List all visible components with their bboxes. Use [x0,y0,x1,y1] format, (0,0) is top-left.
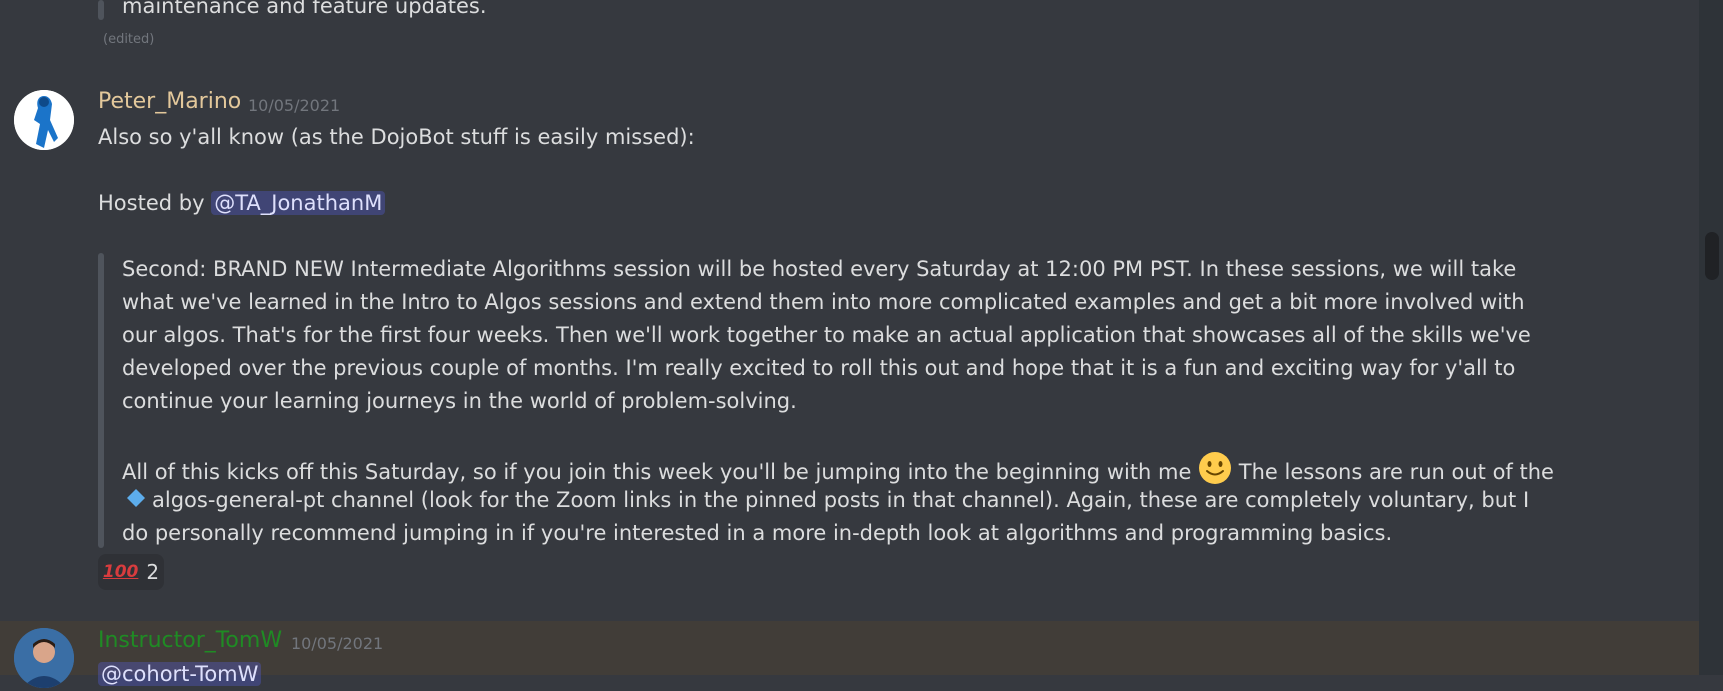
quote-bar-previous [98,0,104,20]
quote-bar [98,253,104,548]
scrollbar-thumb[interactable] [1705,232,1719,280]
quote-line-6a: All of this kicks off this Saturday, so … [122,460,1192,484]
role-mention[interactable]: @cohort-TomW [98,662,262,686]
edited-label: (edited) [103,32,155,47]
username[interactable]: Instructor_TomW [98,628,282,653]
avatar[interactable] [14,90,74,150]
hosted-prefix: Hosted by [98,191,205,215]
quote-line-6b: The lessons are run out of the [1238,460,1554,484]
message-text: Also so y'all know (as the DojoBot stuff… [98,125,695,149]
quote-line-5: continue your learning journeys in the w… [122,389,797,413]
avatar-image [14,628,74,688]
reaction-hundred[interactable]: 100 2 [98,554,164,590]
quote-line: maintenance and feature updates. [122,0,487,18]
quote-line-2: what we've learned in the Intro to Algos… [122,290,1525,314]
quote-line-1: Second: BRAND NEW Intermediate Algorithm… [122,257,1517,281]
timestamp[interactable]: 10/05/2021 [248,96,340,115]
avatar-image [14,90,74,150]
quote-line-3: our algos. That's for the first four wee… [122,323,1531,347]
username[interactable]: Peter_Marino [98,89,241,114]
user-mention[interactable]: @TA_JonathanM [211,191,386,215]
reaction-count: 2 [146,560,160,584]
blue-diamond-icon [126,485,146,518]
hosted-by-line: Hosted by @TA_JonathanM [98,187,386,220]
quote-line-7: algos-general-pt channel (look for the Z… [122,484,1529,518]
avatar[interactable] [14,628,74,688]
quote-line-4: developed over the previous couple of mo… [122,356,1516,380]
quote-line-8: do personally recommend jumping in if yo… [122,521,1393,545]
channel-link-text[interactable]: algos-general-pt channel (look for the Z… [152,488,1529,512]
hundred-points-icon: 100 [102,562,139,582]
scrollbar-track[interactable] [1699,0,1723,675]
timestamp[interactable]: 10/05/2021 [291,634,383,653]
